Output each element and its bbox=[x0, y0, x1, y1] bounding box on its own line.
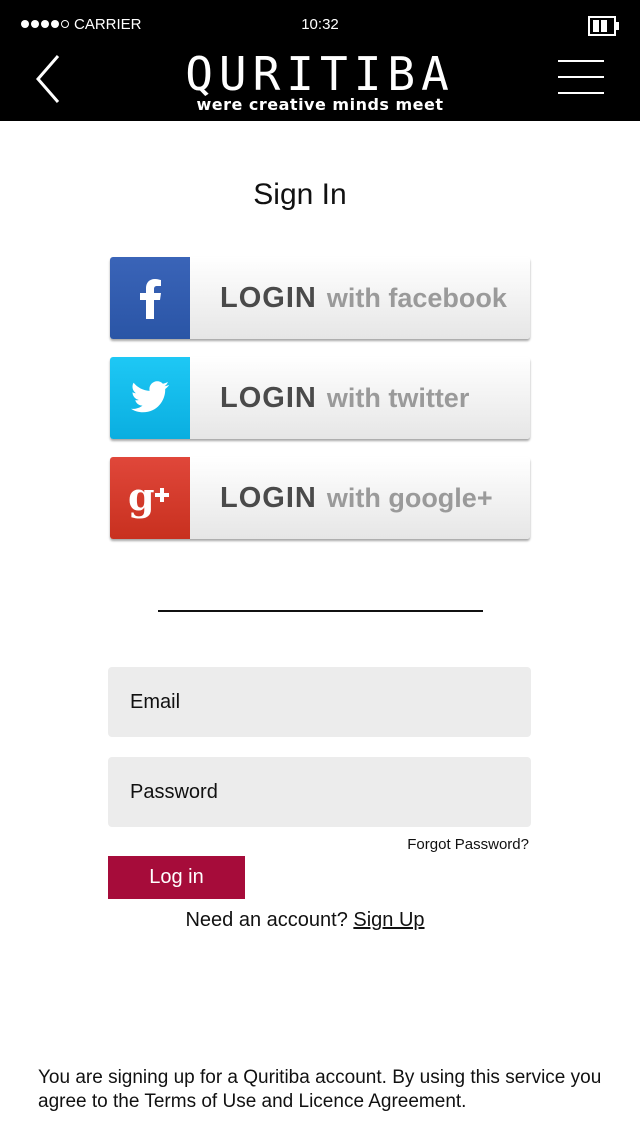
status-bar: CARRIER 10:32 bbox=[0, 0, 640, 50]
facebook-login-label: LOGIN bbox=[220, 281, 317, 314]
twitter-login-label: LOGIN bbox=[220, 381, 317, 414]
google-plus-login-button[interactable]: g LOGIN with google+ bbox=[110, 457, 530, 539]
twitter-login-button[interactable]: LOGIN with twitter bbox=[110, 357, 530, 439]
brand-name: QURITIBA bbox=[185, 47, 455, 101]
twitter-icon bbox=[110, 357, 190, 439]
email-field[interactable] bbox=[108, 667, 531, 737]
need-account-text: Need an account? bbox=[185, 909, 348, 931]
app-header: CARRIER 10:32 QURITIBA were creative min… bbox=[0, 0, 640, 121]
facebook-icon bbox=[110, 257, 190, 339]
google-plus-login-label: LOGIN bbox=[220, 481, 317, 514]
twitter-with-label: with twitter bbox=[326, 382, 470, 413]
signup-link[interactable]: Sign Up bbox=[353, 909, 424, 931]
svg-text:g: g bbox=[128, 476, 155, 519]
menu-button[interactable] bbox=[558, 60, 606, 98]
hamburger-icon bbox=[558, 60, 606, 94]
password-field[interactable] bbox=[108, 757, 531, 827]
facebook-login-button[interactable]: LOGIN with facebook bbox=[110, 257, 530, 339]
brand-tagline: were creative minds meet bbox=[196, 95, 444, 114]
google-plus-icon: g bbox=[110, 457, 190, 539]
back-button[interactable] bbox=[30, 52, 70, 107]
divider bbox=[158, 610, 483, 612]
forgot-password-link[interactable]: Forgot Password? bbox=[300, 836, 529, 853]
brand-logo: QURITIBA were creative minds meet bbox=[180, 47, 460, 114]
chevron-left-icon bbox=[36, 55, 60, 103]
legal-notice: You are signing up for a Quritiba accoun… bbox=[38, 1067, 602, 1112]
clock: 10:32 bbox=[301, 16, 339, 33]
facebook-with-label: with facebook bbox=[326, 282, 507, 313]
login-button[interactable]: Log in bbox=[108, 856, 245, 899]
signup-prompt: Need an account? Sign Up bbox=[0, 909, 610, 932]
page-title: Sign In bbox=[253, 178, 347, 211]
google-plus-with-label: with google+ bbox=[326, 482, 493, 513]
battery-icon bbox=[588, 16, 620, 36]
